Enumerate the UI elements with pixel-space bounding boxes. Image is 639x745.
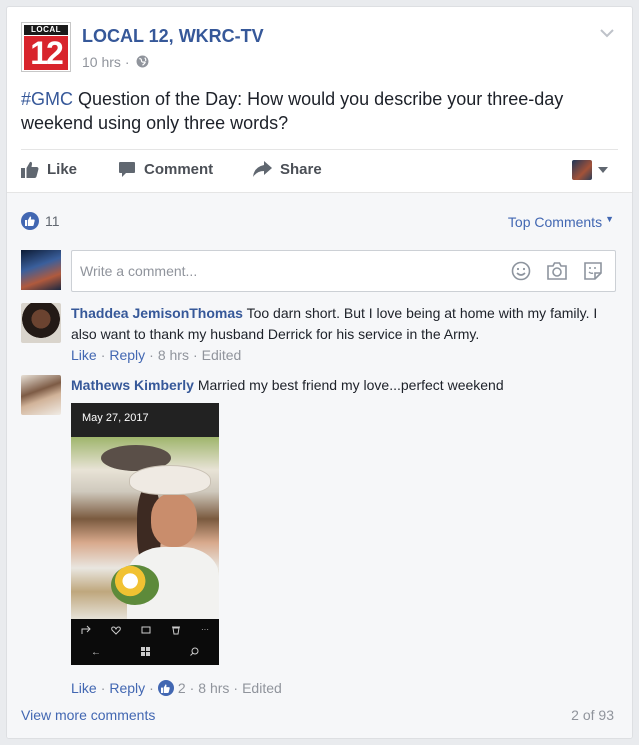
comment-input[interactable]: Write a comment... [71,250,616,292]
rect: ← [71,647,219,658]
separator: · [149,680,154,696]
comment-sort-dropdown[interactable]: Top Comments ▼ [508,214,614,230]
comments-section: 11 Top Comments ▼ Write a comment... Tha… [7,192,632,738]
rect [111,565,159,605]
comment-button[interactable]: Comment [118,150,213,188]
reaction-count: 11 [45,213,60,229]
comment-like-link[interactable]: Like [71,347,97,363]
photo-status-bar: May 27, 2017 [71,403,219,437]
like-label: Like [47,160,78,178]
avatar [572,160,592,180]
comment-placeholder: Write a comment... [80,263,198,279]
heart-icon [111,626,121,635]
separator: · [192,347,198,363]
logo-wordmark: LOCAL [24,25,68,35]
composer-tools [511,261,603,281]
page-name-link[interactable]: LOCAL 12, WKRC-TV [82,26,264,47]
comment-author-link[interactable]: Mathews Kimberly [71,377,194,393]
edited-label[interactable]: Edited [202,347,242,363]
edited-label[interactable]: Edited [242,680,282,696]
comment-reaction-count[interactable]: 2 [178,680,186,696]
post-text: #GMC Question of the Day: How would you … [21,87,611,135]
meta-separator: · [124,54,130,70]
comment-actions: Like · Reply · 8 hrs · Edited [71,347,241,363]
comment-photo[interactable]: May 27, 2017 ··· ← [71,403,219,665]
separator: · [100,347,106,363]
share-arrow-icon [253,161,272,177]
like-button[interactable]: Like [21,150,77,188]
reaction-summary[interactable]: 11 [21,212,60,230]
more-icon: ··· [201,625,209,634]
thumbs-up-icon [21,161,39,178]
phone-nav-bar: ··· ← [71,619,219,665]
comment-actions: Like · Reply · 2 · 8 hrs · Edited [71,680,282,696]
edit-icon [141,626,151,634]
like-reaction-icon [21,212,39,230]
share-icon [81,625,91,634]
search-icon [190,647,199,656]
comment-reply-link[interactable]: Reply [109,347,145,363]
emoji-icon[interactable] [511,261,531,281]
comment-icon [119,161,135,177]
action-bar: Like Comment Share [21,150,618,188]
caret-down-icon [598,167,608,173]
page-logo[interactable]: LOCAL 12 [21,22,71,72]
trash-icon [172,626,180,635]
like-reaction-icon[interactable] [157,680,174,696]
comment-author-link[interactable]: Thaddea JemisonThomas [71,305,243,321]
globe-icon[interactable] [136,55,149,68]
post-timestamp[interactable]: 10 hrs [82,54,121,70]
comment-pagination-count: 2 of 93 [571,707,614,723]
comment-body: Mathews Kimberly Married my best friend … [71,375,618,396]
separator: · [189,680,195,696]
rect: ··· [71,625,219,635]
separator: · [149,347,154,363]
comment-timestamp[interactable]: 8 hrs [198,680,229,696]
comment-like-link[interactable]: Like [71,680,97,696]
view-more-comments-link[interactable]: View more comments [21,707,155,723]
post-meta: 10 hrs · [82,54,149,70]
rect [151,493,197,547]
avatar[interactable] [21,303,61,343]
post-as-selector[interactable] [572,160,608,180]
comment-item: Mathews Kimberly Married my best friend … [21,375,618,705]
post-body: Question of the Day: How would you descr… [21,89,564,133]
comment-reply-link[interactable]: Reply [109,680,145,696]
comment-timestamp[interactable]: 8 hrs [158,347,189,363]
caret-down-icon: ▼ [605,214,614,224]
sticker-icon[interactable] [583,261,603,281]
rect [129,465,211,495]
comment-body: Thaddea JemisonThomas Too darn short. Bu… [71,303,618,345]
logo-number: 12 [24,36,68,70]
post-card: LOCAL 12 LOCAL 12, WKRC-TV 10 hrs · #GMC… [6,6,633,739]
separator: · [233,680,239,696]
photo-date: May 27, 2017 [82,412,149,424]
couple-photo [71,437,219,619]
chevron-down-icon[interactable] [600,28,614,38]
share-label: Share [280,160,322,178]
sort-label: Top Comments [507,214,603,230]
share-button[interactable]: Share [253,150,322,188]
windows-icon [141,647,150,656]
separator: · [100,680,106,696]
comment-label: Comment [144,160,214,178]
comment-text: Married my best friend my love...perfect… [193,377,504,393]
avatar[interactable] [21,375,61,415]
post-header: LOCAL 12 LOCAL 12, WKRC-TV 10 hrs · [21,22,618,78]
comment-item: Thaddea JemisonThomas Too darn short. Bu… [21,303,618,373]
back-icon: ← [91,647,101,658]
current-user-avatar[interactable] [21,250,61,290]
hashtag-link[interactable]: #GMC [21,89,73,109]
camera-icon[interactable] [546,261,568,281]
